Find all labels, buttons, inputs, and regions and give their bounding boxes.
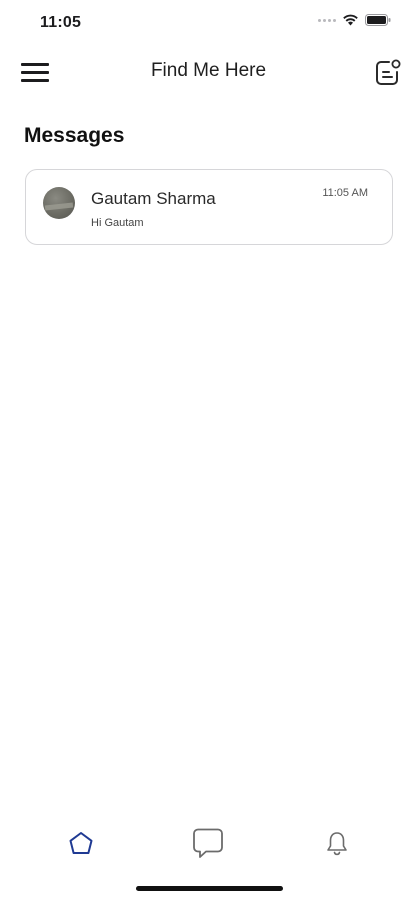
conversation-list-item[interactable]: Gautam Sharma 11:05 AM Hi Gautam — [25, 169, 393, 245]
chat-bubble-icon — [193, 828, 223, 858]
status-bar: 11:05 — [0, 0, 417, 44]
battery-icon — [365, 14, 391, 26]
tab-chats[interactable] — [186, 821, 230, 865]
bell-icon — [327, 832, 347, 856]
message-preview: Hi Gautam — [91, 217, 144, 229]
cellular-signal-icon — [318, 18, 336, 22]
page-title: Find Me Here — [150, 60, 267, 81]
tab-notifications[interactable] — [315, 821, 359, 865]
home-icon — [69, 832, 93, 854]
bottom-tab-bar — [0, 815, 417, 870]
home-indicator[interactable] — [136, 886, 283, 891]
messages-heading: Messages — [24, 124, 125, 147]
wifi-icon — [342, 14, 359, 26]
status-time: 11:05 — [40, 14, 82, 31]
status-indicators — [318, 14, 391, 26]
contact-name: Gautam Sharma — [91, 189, 216, 208]
app-header: Find Me Here — [0, 52, 417, 92]
tab-home[interactable] — [59, 821, 103, 865]
message-timestamp: 11:05 AM — [322, 187, 368, 199]
avatar — [43, 187, 75, 219]
new-message-icon[interactable] — [373, 58, 403, 86]
